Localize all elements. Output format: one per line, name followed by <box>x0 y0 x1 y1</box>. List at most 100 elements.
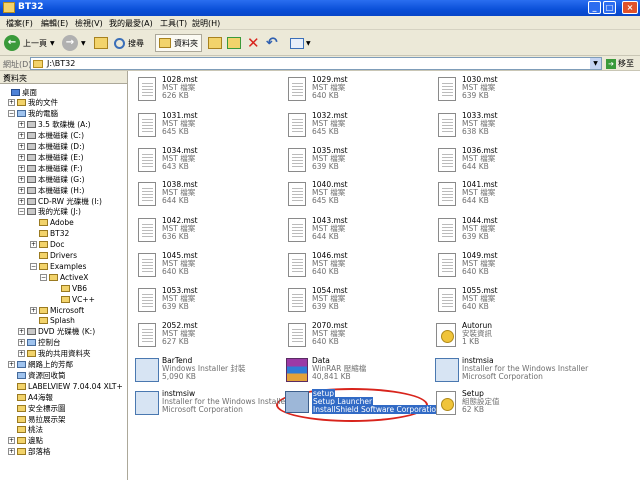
file-item[interactable]: Setup 組態設定值 62 KB <box>434 389 574 423</box>
tree-item[interactable]: − 我的光碟 (J:) <box>18 207 81 217</box>
file-item[interactable]: 1029.mst MST 檔案 640 KB <box>284 75 424 109</box>
tree-item[interactable]: BT32 <box>30 229 69 239</box>
delete-button[interactable]: ✕ <box>247 34 260 52</box>
go-button[interactable]: ➔ 移至 <box>606 58 634 69</box>
tree-item[interactable]: + 控制台 <box>18 338 61 348</box>
tree-item[interactable]: 桃法 <box>8 425 43 435</box>
collapse-icon[interactable]: − <box>30 262 37 270</box>
address-field[interactable]: J:\BT32 ▼ <box>30 57 602 70</box>
maximize-button[interactable]: □ <box>603 1 616 14</box>
tree-item[interactable]: 桌面 <box>2 87 37 97</box>
expand-icon[interactable]: + <box>8 437 15 445</box>
tree-item[interactable]: LABELVIEW 7.04.04 XLT+ <box>8 381 123 391</box>
collapse-icon[interactable]: − <box>40 273 47 281</box>
forward-button[interactable]: → ▼ <box>62 34 86 52</box>
collapse-icon[interactable]: − <box>18 208 25 216</box>
expand-icon[interactable]: + <box>18 121 25 129</box>
tree-item[interactable]: A4海報 <box>8 392 53 402</box>
file-item[interactable]: 1033.mst MST 檔案 638 KB <box>434 111 574 145</box>
file-item[interactable]: instmsia Installer for the Windows Instal… <box>434 356 588 390</box>
expand-icon[interactable]: + <box>30 306 37 314</box>
expand-icon[interactable]: + <box>18 197 25 205</box>
tree-item[interactable]: − Examples <box>30 261 86 271</box>
file-item[interactable]: 1053.mst MST 檔案 639 KB <box>134 286 274 320</box>
expand-icon[interactable]: + <box>18 339 25 347</box>
file-item[interactable]: 1046.mst MST 檔案 640 KB <box>284 251 424 285</box>
tree-item[interactable]: + Microsoft <box>30 305 84 315</box>
expand-icon[interactable]: + <box>18 186 25 194</box>
file-item[interactable]: 1049.mst MST 檔案 640 KB <box>434 251 574 285</box>
views-button[interactable]: ▼ <box>290 34 311 52</box>
tree-item[interactable]: 易拉展示架 <box>8 414 66 424</box>
file-item[interactable]: 1032.mst MST 檔案 645 KB <box>284 111 424 145</box>
expand-icon[interactable]: + <box>18 132 25 140</box>
file-item[interactable]: 1044.mst MST 檔案 639 KB <box>434 216 574 250</box>
tree-item[interactable]: 安全標示圖 <box>8 403 66 413</box>
tree-item[interactable]: + 我的文件 <box>8 98 58 108</box>
tree-item[interactable]: Adobe <box>30 218 74 228</box>
tree-item[interactable]: VB6 <box>52 283 87 293</box>
move-to-button[interactable] <box>208 34 222 52</box>
expand-icon[interactable]: + <box>18 143 25 150</box>
file-item[interactable]: 1055.mst MST 檔案 640 KB <box>434 286 574 320</box>
file-item[interactable]: 1035.mst MST 檔案 639 KB <box>284 146 424 180</box>
collapse-icon[interactable]: − <box>8 110 15 118</box>
close-icon[interactable]: × <box>3 72 124 81</box>
menu-file[interactable]: 檔案(F) <box>6 18 33 29</box>
tree-item[interactable]: + Doc <box>30 240 65 250</box>
menu-help[interactable]: 說明(H) <box>192 18 220 29</box>
menu-tools[interactable]: 工具(T) <box>160 18 187 29</box>
expand-icon[interactable]: + <box>18 175 25 183</box>
file-item[interactable]: 1031.mst MST 檔案 645 KB <box>134 111 274 145</box>
tree-item[interactable]: 資源回收筒 <box>8 370 66 380</box>
back-button[interactable]: ← 上一頁 ▼ <box>4 34 55 52</box>
file-item[interactable]: 1041.mst MST 檔案 644 KB <box>434 180 574 214</box>
tree-item[interactable]: + 本機磁碟 (F:) <box>18 163 83 173</box>
tree-item[interactable]: + 本機磁碟 (D:) <box>18 142 85 152</box>
tree-item[interactable]: + 部落格 <box>8 447 51 457</box>
minimize-button[interactable]: _ <box>588 1 601 14</box>
menu-view[interactable]: 檢視(V) <box>75 18 103 29</box>
file-item[interactable]: 1040.mst MST 檔案 645 KB <box>284 180 424 214</box>
tree-item[interactable]: − 我的電腦 <box>8 109 58 119</box>
undo-button[interactable]: ↶ <box>266 34 278 52</box>
tree-item[interactable]: + 邊點 <box>8 436 43 446</box>
file-item[interactable]: 1030.mst MST 檔案 639 KB <box>434 75 574 109</box>
search-button[interactable]: 搜尋 <box>114 34 144 52</box>
file-item[interactable]: setup Setup Launcher InstallShield Softwar… <box>284 389 442 423</box>
tree-item[interactable]: + 本機磁碟 (G:) <box>18 174 85 184</box>
tree-item[interactable]: +3.5 軟碟機 (A:) <box>18 120 91 130</box>
file-item[interactable]: 2070.mst MST 檔案 640 KB <box>284 321 424 355</box>
chevron-down-icon[interactable]: ▼ <box>590 58 601 69</box>
file-item[interactable]: 1054.mst MST 檔案 639 KB <box>284 286 424 320</box>
file-item[interactable]: 1045.mst MST 檔案 640 KB <box>134 251 274 285</box>
file-item[interactable]: 1043.mst MST 檔案 644 KB <box>284 216 424 250</box>
tree-item[interactable]: VC++ <box>52 294 95 304</box>
menu-edit[interactable]: 編輯(E) <box>41 18 68 29</box>
expand-icon[interactable]: + <box>18 164 25 172</box>
close-button[interactable]: × <box>622 1 638 14</box>
expand-icon[interactable]: + <box>8 361 15 368</box>
expand-icon[interactable]: + <box>8 448 15 456</box>
file-item[interactable]: 1038.mst MST 檔案 644 KB <box>134 180 274 214</box>
file-item[interactable]: 1034.mst MST 檔案 643 KB <box>134 146 274 180</box>
file-item[interactable]: 1036.mst MST 檔案 644 KB <box>434 146 574 180</box>
tree-item[interactable]: + 網路上的芳鄰 <box>8 360 73 370</box>
menu-favorites[interactable]: 我的最愛(A) <box>109 18 153 29</box>
expand-icon[interactable]: + <box>18 350 25 358</box>
expand-icon[interactable]: + <box>18 153 25 161</box>
tree-item[interactable]: + 本機磁碟 (H:) <box>18 185 84 195</box>
file-item[interactable]: instmsiw Installer for the Windows Instal… <box>134 389 288 423</box>
tree-item[interactable]: + CD-RW 光碟機 (I:) <box>18 196 102 206</box>
file-item[interactable]: Data WinRAR 壓縮檔 40,841 KB <box>284 356 424 390</box>
tree-item[interactable]: − ActiveX <box>40 272 88 282</box>
tree-item[interactable]: Drivers <box>30 251 77 261</box>
file-item[interactable]: 1028.mst MST 檔案 626 KB <box>134 75 274 109</box>
tree-item[interactable]: Splash <box>30 316 75 326</box>
file-item[interactable]: 2052.mst MST 檔案 627 KB <box>134 321 274 355</box>
file-item[interactable]: 1042.mst MST 檔案 636 KB <box>134 216 274 250</box>
tree-item[interactable]: + 本機磁碟 (C:) <box>18 131 84 141</box>
folders-button[interactable]: 資料夾 <box>155 34 202 52</box>
up-folder-button[interactable] <box>94 34 108 52</box>
copy-to-button[interactable] <box>227 34 241 52</box>
